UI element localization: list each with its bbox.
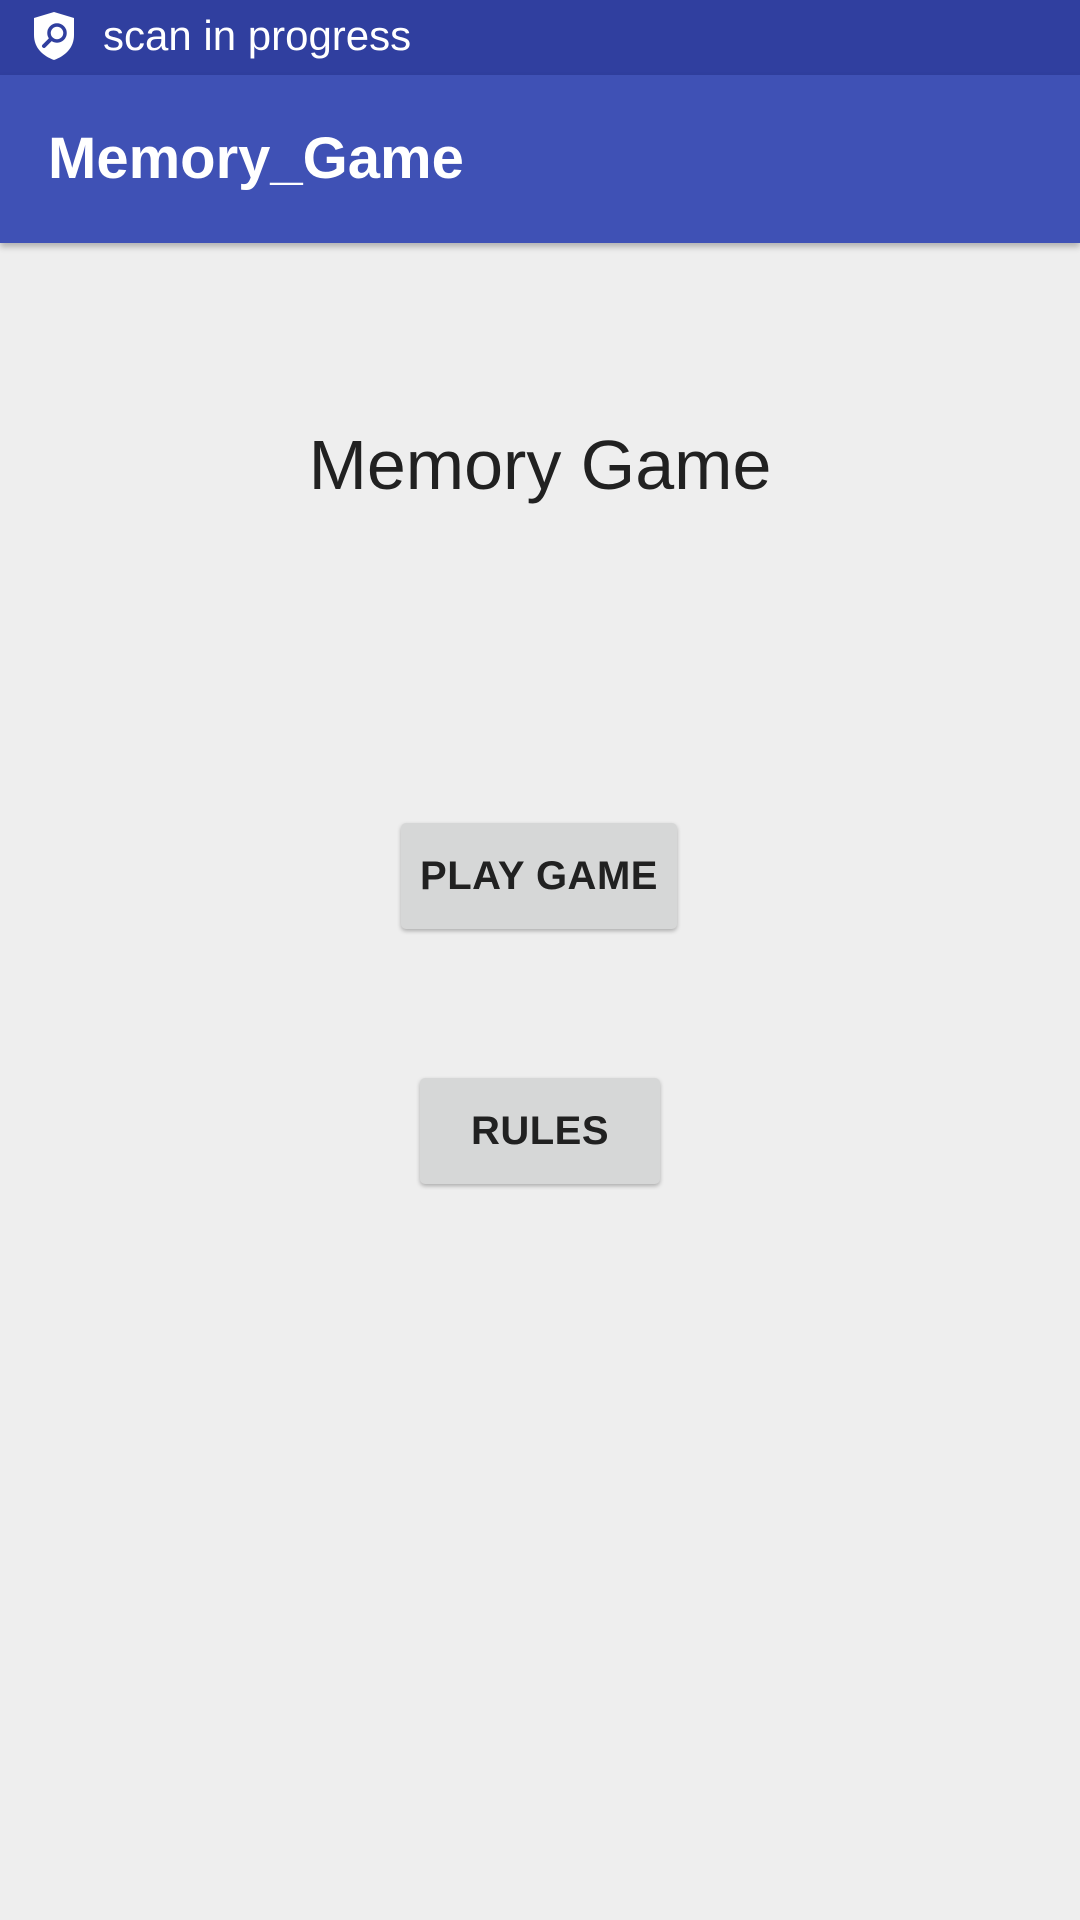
app-title: Memory_Game	[48, 126, 464, 191]
app-bar: Memory_Game	[0, 75, 1080, 243]
status-bar: scan in progress	[0, 0, 1080, 75]
shield-search-icon	[32, 11, 76, 61]
page-title: Memory Game	[308, 426, 772, 504]
rules-button[interactable]: RULES	[420, 1078, 660, 1184]
play-game-button[interactable]: PLAY GAME	[401, 823, 677, 929]
status-notification-text: scan in progress	[103, 12, 412, 59]
